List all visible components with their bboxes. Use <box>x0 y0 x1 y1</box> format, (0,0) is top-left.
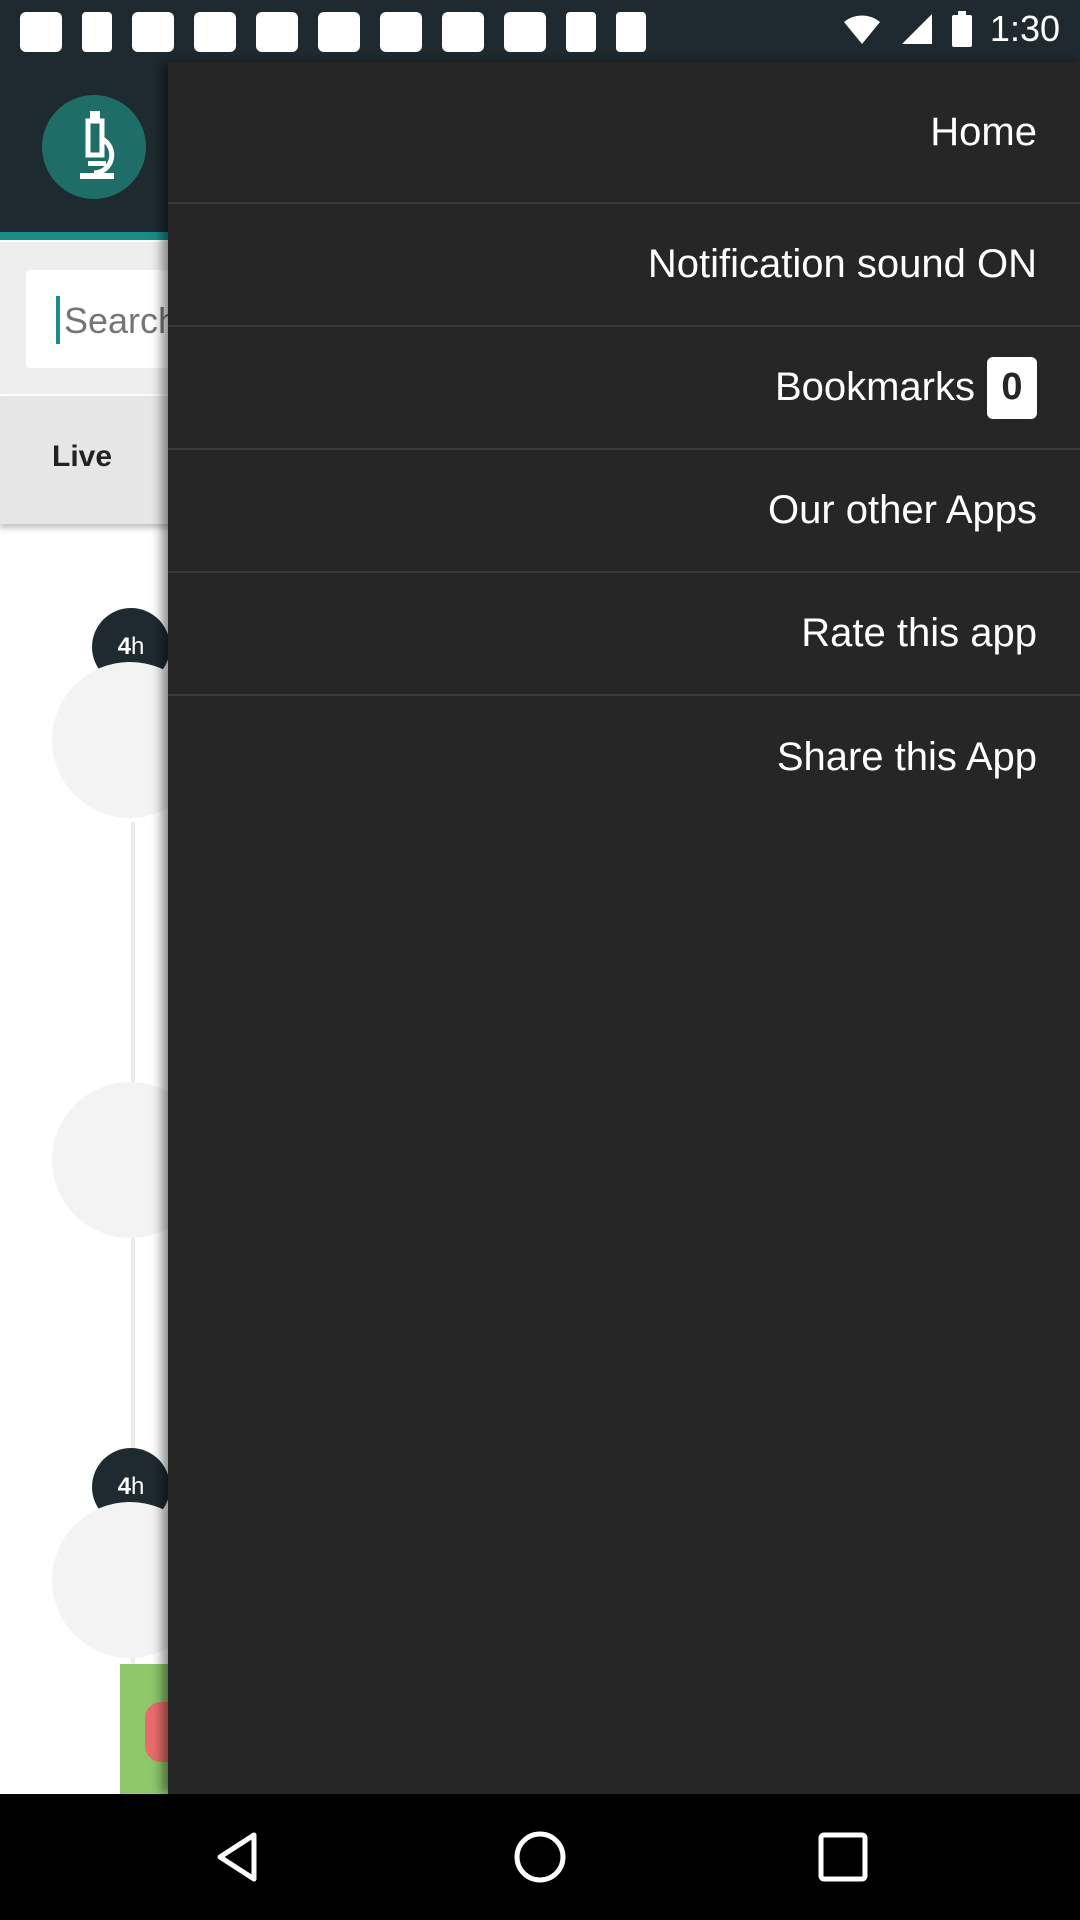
status-left-icons <box>20 12 646 52</box>
app-icon <box>256 12 298 52</box>
app-icon <box>318 12 360 52</box>
text-cursor <box>56 296 60 344</box>
menu-item-label: Notification sound ON <box>647 242 1037 286</box>
header-accent-line <box>0 232 170 240</box>
app-icon <box>442 12 484 52</box>
home-icon[interactable] <box>512 1829 568 1885</box>
status-time: 1:30 <box>989 8 1060 49</box>
time-badge-number: 4 <box>117 1473 131 1500</box>
menu-item-bookmarks[interactable]: Bookmarks 0 <box>168 327 1080 450</box>
status-right-icons: 1:30 <box>842 8 1060 50</box>
menu-item-home[interactable]: Home <box>168 62 1080 204</box>
recents-icon[interactable] <box>815 1829 871 1885</box>
battery-icon <box>951 11 972 47</box>
menu-item-rate-app[interactable]: Rate this app <box>168 573 1080 696</box>
menu-item-label: Rate this app <box>801 611 1037 655</box>
menu-item-label: Share this App <box>776 735 1037 779</box>
app-icon <box>380 12 422 52</box>
signal-icon <box>901 14 932 44</box>
menu-item-label: Home <box>930 109 1037 154</box>
app-icon <box>132 12 174 52</box>
menu-item-label: Our other Apps <box>767 488 1037 532</box>
system-nav-bar <box>0 1794 1080 1920</box>
notification-icon <box>82 12 112 52</box>
app-icon <box>194 12 236 52</box>
time-badge-unit: h <box>131 633 145 660</box>
menu-item-notification-sound[interactable]: Notification sound ON <box>168 204 1080 327</box>
menu-item-share-app[interactable]: Share this App <box>168 696 1080 819</box>
time-badge-unit: h <box>131 1473 145 1500</box>
back-icon[interactable] <box>210 1829 266 1885</box>
menu-item-other-apps[interactable]: Our other Apps <box>168 450 1080 573</box>
download-icon <box>616 12 646 52</box>
time-badge-number: 4 <box>117 633 131 660</box>
app-logo[interactable] <box>42 95 146 199</box>
menu-item-label: Bookmarks <box>774 365 975 409</box>
status-bar: 1:30 <box>0 0 1080 62</box>
microscope-icon <box>80 111 115 179</box>
notification-icon <box>566 12 596 52</box>
bookmarks-count-badge: 0 <box>987 356 1037 419</box>
wifi-icon <box>843 15 880 44</box>
messages-icon <box>20 12 62 52</box>
tab-live[interactable]: Live <box>52 440 112 474</box>
app-icon <box>504 12 546 52</box>
navigation-drawer: Home Notification sound ON Bookmarks 0 O… <box>168 62 1080 1794</box>
